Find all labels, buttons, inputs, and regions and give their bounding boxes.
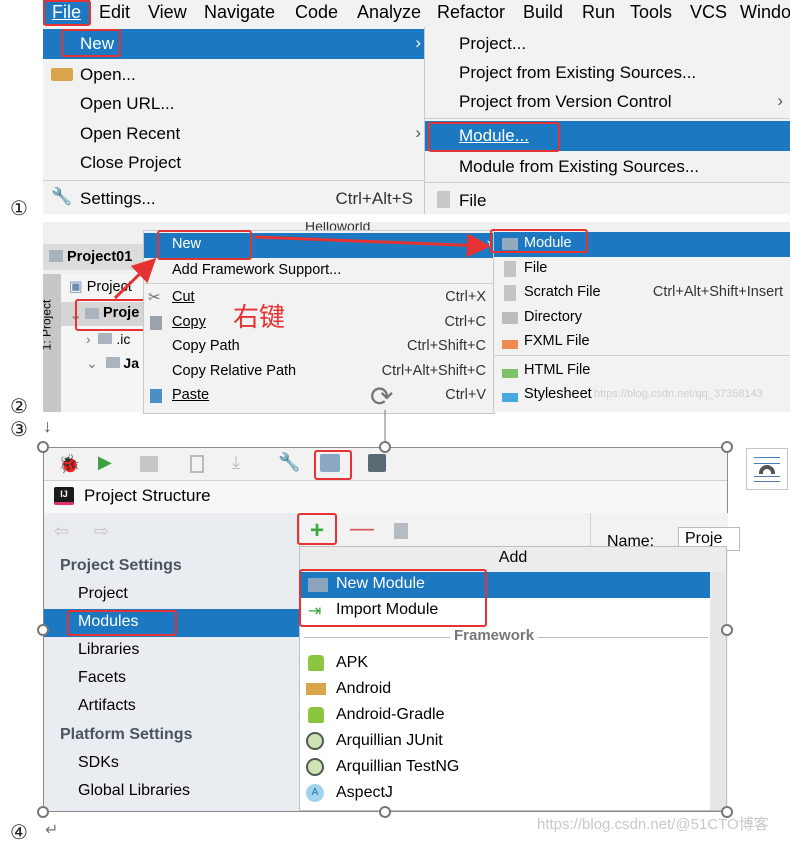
footer-watermark: https://blog.csdn.net/@51CTO博客	[537, 816, 769, 833]
nav-facets[interactable]: Facets	[44, 665, 299, 693]
android-folder-icon	[306, 683, 326, 695]
popup-scrollbar[interactable]	[710, 572, 726, 810]
framework-android[interactable]: Android	[300, 677, 726, 703]
framework-aspectj[interactable]: A AspectJ	[300, 781, 726, 807]
nav-modules[interactable]: Modules	[44, 609, 299, 637]
project-structure-icon[interactable]	[320, 454, 340, 472]
down-arrow-icon: ↓	[43, 416, 52, 436]
framework-android-gradle[interactable]: Android-Gradle	[300, 703, 726, 729]
nav-global-libraries[interactable]: Global Libraries	[44, 778, 299, 806]
layout-options-button[interactable]	[746, 448, 788, 490]
settings-nav: ⇦ ⇨ Project Settings Project Modules Lib…	[44, 513, 299, 811]
resize-handle[interactable]	[379, 806, 391, 818]
nav-project[interactable]: Project	[44, 581, 299, 609]
step-3-label: ③	[10, 419, 28, 441]
add-popup-title: Add	[300, 547, 726, 574]
nav-sdks[interactable]: SDKs	[44, 750, 299, 778]
download-icon[interactable]: ⤓	[232, 452, 240, 473]
paragraph-mark-icon: ↵	[45, 822, 59, 839]
wrap-text-icon	[759, 465, 775, 474]
copy-module-icon[interactable]	[394, 523, 408, 539]
rotate-icon[interactable]: ⟳	[370, 380, 393, 413]
add-popup: Add New Module ⇥ Import Module Framework …	[299, 546, 727, 811]
framework-arquillian-testng[interactable]: Arquillian TestNG	[300, 755, 726, 781]
nav-artifacts[interactable]: Artifacts	[44, 693, 299, 721]
arrow-new-to-module	[254, 233, 491, 258]
resize-handle[interactable]	[37, 806, 49, 818]
resize-handle[interactable]	[37, 441, 49, 453]
module-folder-icon	[308, 578, 328, 592]
arrow-node-to-new	[113, 257, 157, 300]
android-icon	[308, 655, 324, 671]
forward-arrow-icon[interactable]: ⇨	[94, 521, 109, 542]
nav-libraries[interactable]: Libraries	[44, 637, 299, 665]
nav-header-project-settings: Project Settings	[60, 557, 182, 574]
arquillian-icon	[306, 758, 324, 776]
add-new-module[interactable]: New Module	[300, 572, 726, 598]
stop-icon[interactable]	[140, 456, 158, 472]
remove-icon[interactable]: —	[350, 515, 374, 543]
step-2-label: ②	[10, 396, 28, 418]
debug-icon[interactable]: 🐞	[58, 454, 80, 475]
resize-handle[interactable]	[379, 441, 391, 453]
android-icon	[308, 707, 324, 723]
intellij-logo-icon: IJ	[54, 487, 74, 505]
divider	[590, 513, 591, 547]
arquillian-icon	[306, 732, 324, 750]
run-coverage-icon[interactable]: ▶	[98, 452, 112, 473]
resize-handle[interactable]	[37, 624, 49, 636]
resize-handle[interactable]	[721, 624, 733, 636]
dialog-titlebar: IJ Project Structure	[44, 481, 727, 513]
build-icon[interactable]	[190, 455, 204, 473]
back-arrow-icon[interactable]: ⇦	[54, 521, 69, 542]
dialog-title: Project Structure	[84, 486, 211, 505]
import-icon: ⇥	[308, 603, 322, 620]
sdk-icon[interactable]	[368, 454, 386, 472]
framework-arquillian-junit[interactable]: Arquillian JUnit	[300, 729, 726, 755]
nav-header-platform-settings: Platform Settings	[60, 726, 193, 743]
framework-apk[interactable]: APK	[300, 651, 726, 677]
resize-handle[interactable]	[721, 441, 733, 453]
step-4-label: ④	[10, 822, 28, 844]
add-icon[interactable]: +	[310, 517, 324, 545]
aspectj-icon: A	[306, 784, 324, 802]
framework-group-label: Framework	[450, 627, 539, 644]
settings-wrench-icon[interactable]: 🔧	[278, 452, 300, 473]
add-import-module[interactable]: ⇥ Import Module	[300, 598, 726, 624]
